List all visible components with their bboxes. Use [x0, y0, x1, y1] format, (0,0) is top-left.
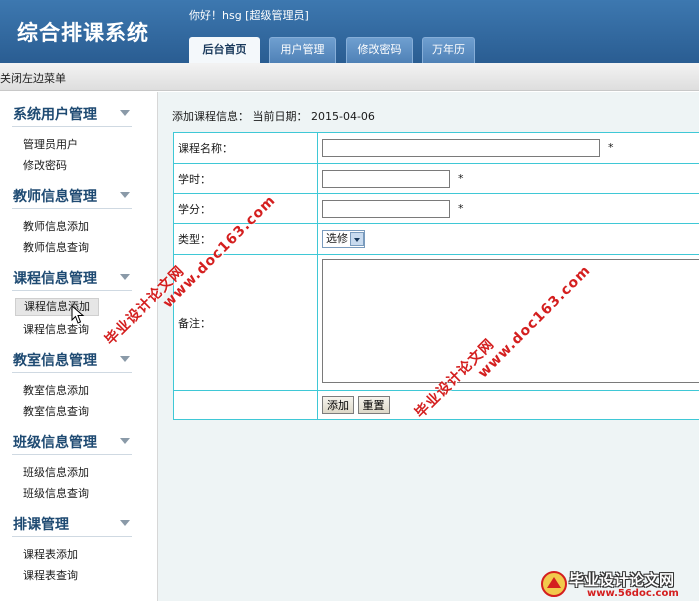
sidebar-group-title: 排课管理: [13, 517, 69, 533]
sidebar-item-admin-users[interactable]: 管理员用户: [23, 136, 78, 152]
sidebar-item-add-course[interactable]: 课程信息添加: [15, 298, 99, 316]
divider: [12, 454, 132, 455]
sidebar: 系统用户管理 管理员用户 修改密码 教师信息管理 教师信息添加 教师信息查询 课…: [0, 92, 158, 601]
form-row: 备注：: [173, 254, 699, 391]
course-name-input[interactable]: [322, 139, 600, 157]
sidebar-item-add-class[interactable]: 班级信息添加: [23, 464, 89, 480]
sidebar-item-query-class[interactable]: 班级信息查询: [23, 485, 89, 501]
chevron-down-icon[interactable]: [120, 520, 130, 526]
chevron-down-icon[interactable]: [120, 192, 130, 198]
sidebar-item-add-classroom[interactable]: 教室信息添加: [23, 382, 89, 398]
reset-button[interactable]: 重置: [357, 396, 390, 414]
divider: [12, 290, 132, 291]
page-heading: 添加课程信息： 当前日期： 2015-04-06: [172, 110, 375, 123]
required-mark: *: [458, 201, 464, 215]
app-title: 综合排课系统: [17, 21, 149, 45]
remark-textarea[interactable]: [322, 259, 699, 383]
tab-change-password[interactable]: 修改密码: [346, 37, 413, 63]
chevron-down-icon[interactable]: [120, 274, 130, 280]
course-name-label: 课程名称：: [173, 132, 318, 164]
hours-input[interactable]: [322, 169, 450, 188]
tab-home[interactable]: 后台首页: [189, 37, 260, 63]
chevron-down-icon[interactable]: [120, 356, 130, 362]
type-select-value: 选修: [326, 232, 348, 245]
hours-cell: *: [317, 163, 699, 194]
app-header: 综合排课系统 你好！hsg [超级管理员] 后台首页 用户管理 修改密码 万年历: [0, 0, 699, 63]
required-mark: *: [608, 141, 614, 154]
buttons-cell: 添加 重置: [317, 390, 699, 420]
sidebar-group-title: 教师信息管理: [13, 189, 97, 205]
empty-cell: [173, 390, 318, 420]
sidebar-group-title: 系统用户管理: [13, 107, 97, 123]
sidebar-group-title: 教室信息管理: [13, 353, 97, 369]
type-cell: 选修: [317, 223, 699, 255]
form-row: 课程名称： *: [173, 132, 699, 164]
course-name-cell: *: [317, 132, 699, 164]
sidebar-item-add-schedule[interactable]: 课程表添加: [23, 546, 78, 562]
chevron-down-icon[interactable]: [120, 110, 130, 116]
mouse-pointer-icon: [71, 305, 85, 324]
chevron-down-icon[interactable]: [120, 438, 130, 444]
logo-icon: [541, 571, 567, 597]
divider: [12, 208, 132, 209]
divider: [12, 536, 132, 537]
dropdown-arrow-icon[interactable]: [350, 232, 364, 246]
required-mark: *: [458, 171, 464, 185]
main-content: 添加课程信息： 当前日期： 2015-04-06 课程名称： * 学时： * 学…: [158, 92, 699, 601]
remark-cell: [317, 254, 699, 391]
logo-url: www.56doc.com: [587, 588, 679, 599]
tab-calendar[interactable]: 万年历: [422, 37, 475, 63]
top-toolbar: 关闭左边菜单: [0, 63, 699, 91]
site-logo: 毕业设计论文网 www.56doc.com: [535, 567, 699, 601]
sidebar-item-query-teacher[interactable]: 教师信息查询: [23, 239, 89, 255]
form-row: 学时： *: [173, 163, 699, 194]
sidebar-group-title: 班级信息管理: [13, 435, 97, 451]
credits-input[interactable]: [322, 199, 450, 218]
tab-user-management[interactable]: 用户管理: [269, 37, 336, 63]
sidebar-group-title: 课程信息管理: [13, 271, 97, 287]
close-left-menu-link[interactable]: 关闭左边菜单: [0, 70, 66, 86]
type-select[interactable]: 选修: [322, 230, 365, 248]
divider: [12, 126, 132, 127]
sidebar-item-change-password[interactable]: 修改密码: [23, 157, 67, 173]
hours-label: 学时：: [173, 163, 318, 194]
course-form-table: 课程名称： * 学时： * 学分： * 类型： 选修 备注： 添加 重置: [173, 132, 699, 420]
divider: [12, 372, 132, 373]
sidebar-item-query-classroom[interactable]: 教室信息查询: [23, 403, 89, 419]
user-greeting: 你好！hsg [超级管理员]: [189, 9, 309, 22]
sidebar-item-add-teacher[interactable]: 教师信息添加: [23, 218, 89, 234]
sidebar-item-query-schedule[interactable]: 课程表查询: [23, 567, 78, 583]
credits-cell: *: [317, 193, 699, 224]
add-button[interactable]: 添加: [322, 396, 354, 414]
logo-text: 毕业设计论文网: [569, 571, 675, 589]
